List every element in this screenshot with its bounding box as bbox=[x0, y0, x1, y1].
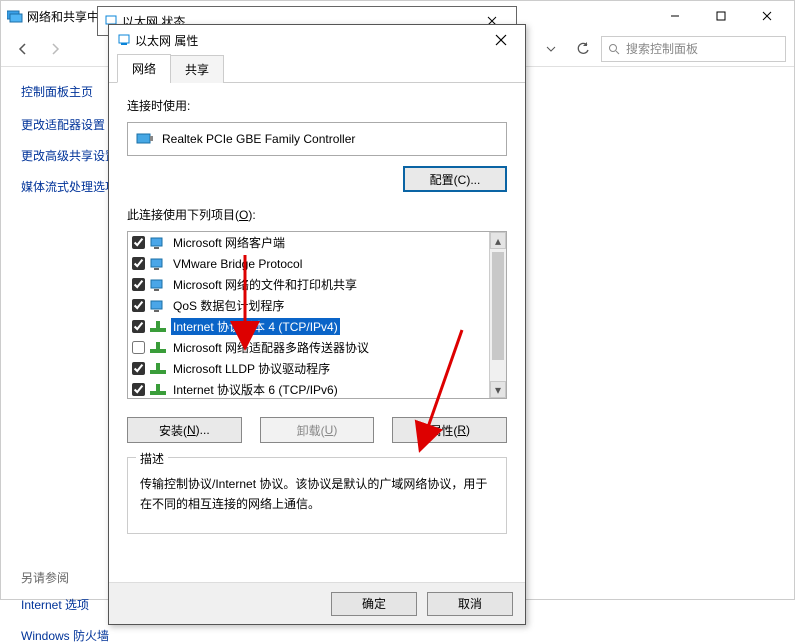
item-label: Microsoft 网络适配器多路传送器协议 bbox=[171, 339, 371, 356]
maximize-button[interactable] bbox=[698, 2, 744, 30]
dlg-footer: 确定 取消 bbox=[109, 582, 525, 624]
item-label: Internet 协议版本 4 (TCP/IPv4) bbox=[171, 318, 340, 335]
ethernet-icon bbox=[117, 33, 131, 47]
item-label: Microsoft LLDP 协议驱动程序 bbox=[171, 360, 332, 377]
windows-firewall-link[interactable]: Windows 防火墙 bbox=[21, 627, 201, 644]
client-icon bbox=[150, 299, 166, 313]
item-checkbox[interactable] bbox=[132, 341, 145, 354]
uninstall-button: 卸载(U) bbox=[260, 417, 375, 443]
description-box: 描述 传输控制协议/Internet 协议。该协议是默认的广域网络协议，用于在不… bbox=[127, 457, 507, 534]
search-icon bbox=[608, 43, 620, 55]
list-item[interactable]: Internet 协议版本 4 (TCP/IPv4) bbox=[128, 316, 489, 337]
back-button[interactable] bbox=[9, 35, 37, 63]
item-checkbox[interactable] bbox=[132, 278, 145, 291]
list-item[interactable]: Internet 协议版本 6 (TCP/IPv6) bbox=[128, 379, 489, 398]
tab-network[interactable]: 网络 bbox=[117, 54, 171, 83]
configure-button[interactable]: 配置(C)... bbox=[403, 166, 507, 192]
list-item[interactable]: Microsoft 网络适配器多路传送器协议 bbox=[128, 337, 489, 358]
item-checkbox[interactable] bbox=[132, 299, 145, 312]
protocol-icon bbox=[150, 362, 166, 376]
client-icon bbox=[150, 236, 166, 250]
description-legend: 描述 bbox=[136, 449, 168, 469]
list-item[interactable]: VMware Bridge Protocol bbox=[128, 253, 489, 274]
list-item[interactable]: QoS 数据包计划程序 bbox=[128, 295, 489, 316]
item-label: Microsoft 网络客户端 bbox=[171, 234, 287, 251]
connect-using-label: 连接时使用: bbox=[127, 97, 507, 114]
item-label: Internet 协议版本 6 (TCP/IPv6) bbox=[171, 381, 340, 398]
nic-icon bbox=[136, 131, 154, 147]
tab-share[interactable]: 共享 bbox=[170, 55, 224, 83]
item-checkbox[interactable] bbox=[132, 362, 145, 375]
description-text: 传输控制协议/Internet 协议。该协议是默认的广域网络协议，用于在不同的相… bbox=[140, 477, 487, 511]
properties-button[interactable]: 属性(R) bbox=[392, 417, 507, 443]
item-label: Microsoft 网络的文件和打印机共享 bbox=[171, 276, 359, 293]
protocol-icon bbox=[150, 320, 166, 334]
items-list: Microsoft 网络客户端 VMware Bridge Protocol Mic… bbox=[127, 231, 507, 399]
item-checkbox[interactable] bbox=[132, 320, 145, 333]
protocol-icon bbox=[150, 341, 166, 355]
list-item[interactable]: Microsoft 网络客户端 bbox=[128, 232, 489, 253]
recent-dropdown[interactable] bbox=[537, 35, 565, 63]
client-icon bbox=[150, 257, 166, 271]
minimize-button[interactable] bbox=[652, 2, 698, 30]
search-placeholder: 搜索控制面板 bbox=[626, 40, 698, 57]
list-item[interactable]: Microsoft 网络的文件和打印机共享 bbox=[128, 274, 489, 295]
client-icon bbox=[150, 278, 166, 292]
search-input[interactable]: 搜索控制面板 bbox=[601, 36, 786, 62]
ok-button[interactable]: 确定 bbox=[331, 592, 417, 616]
refresh-button[interactable] bbox=[569, 35, 597, 63]
dlg-titlebar: 以太网 属性 bbox=[109, 25, 525, 55]
item-checkbox[interactable] bbox=[132, 257, 145, 270]
scroll-down-button[interactable]: ▾ bbox=[490, 381, 506, 398]
install-button[interactable]: 安装(N)... bbox=[127, 417, 242, 443]
close-button[interactable] bbox=[483, 26, 519, 54]
adapter-box: Realtek PCIe GBE Family Controller bbox=[127, 122, 507, 156]
dlg-title: 以太网 属性 bbox=[135, 32, 198, 49]
item-checkbox[interactable] bbox=[132, 236, 145, 249]
window-buttons bbox=[652, 2, 790, 30]
scroll-thumb[interactable] bbox=[492, 252, 504, 360]
item-label: VMware Bridge Protocol bbox=[171, 257, 304, 271]
cancel-button[interactable]: 取消 bbox=[427, 592, 513, 616]
adapter-name: Realtek PCIe GBE Family Controller bbox=[162, 132, 355, 146]
forward-button[interactable] bbox=[41, 35, 69, 63]
item-label: QoS 数据包计划程序 bbox=[171, 297, 286, 314]
items-label: 此连接使用下列项目(O): bbox=[127, 206, 507, 223]
ethernet-properties-dialog: 以太网 属性 网络 共享 连接时使用: Realtek PCIe GBE Fam… bbox=[108, 24, 526, 625]
tab-strip: 网络 共享 bbox=[109, 55, 525, 83]
list-item[interactable]: Microsoft LLDP 协议驱动程序 bbox=[128, 358, 489, 379]
item-checkbox[interactable] bbox=[132, 383, 145, 396]
close-button[interactable] bbox=[744, 2, 790, 30]
network-icon bbox=[7, 9, 23, 23]
scroll-up-button[interactable]: ▴ bbox=[490, 232, 506, 249]
protocol-icon bbox=[150, 383, 166, 397]
scrollbar[interactable]: ▴ ▾ bbox=[489, 232, 506, 398]
